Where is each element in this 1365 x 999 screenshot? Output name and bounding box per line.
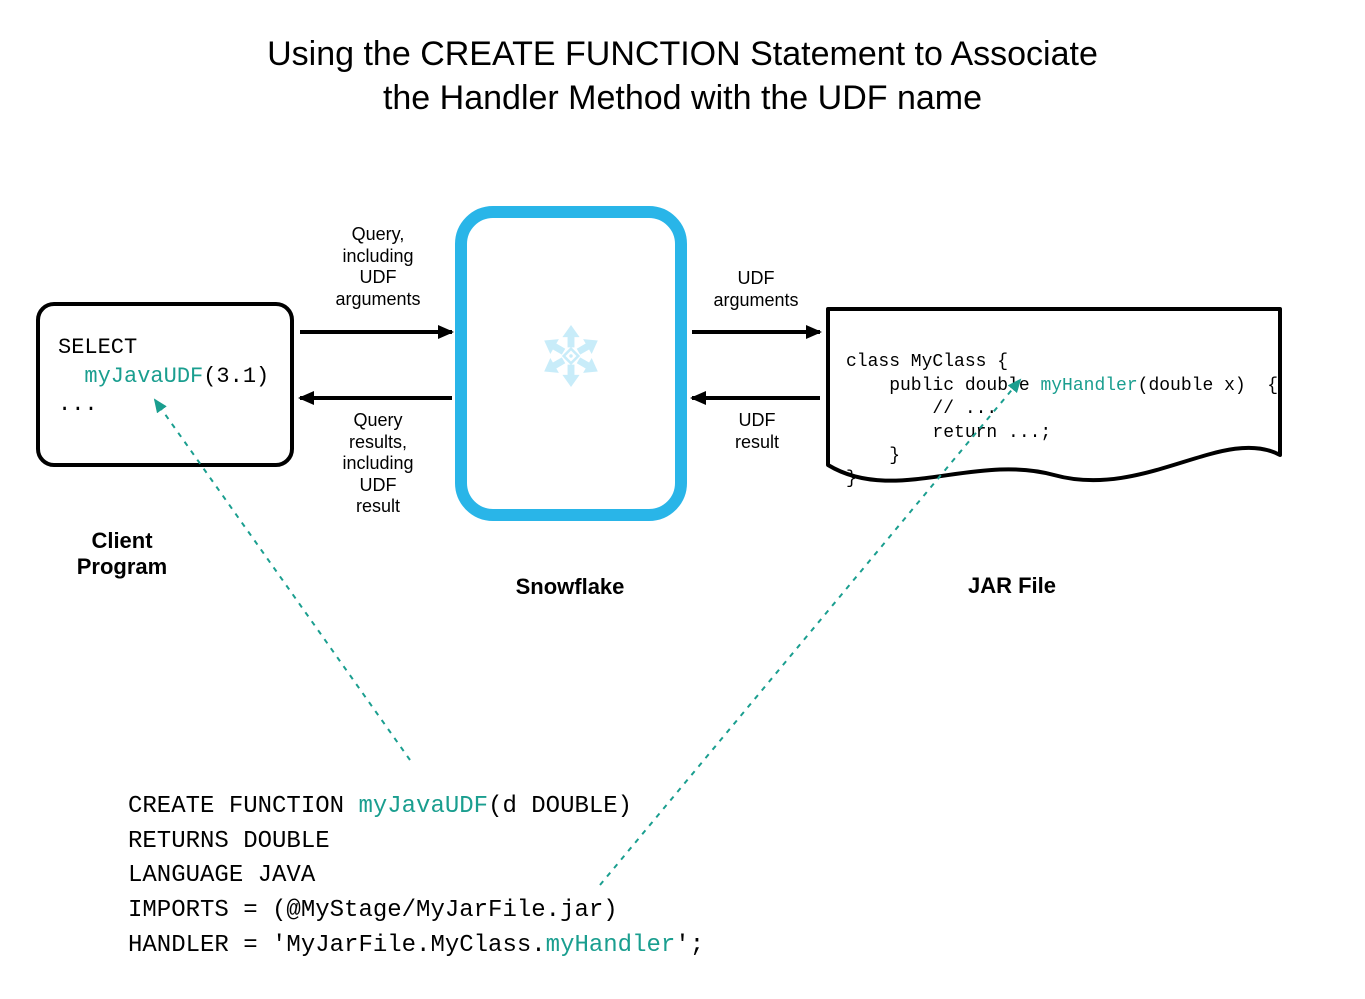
jar-handler-name: myHandler xyxy=(1040,376,1137,396)
client-code-line-2: myJavaUDF(3.1) xyxy=(58,363,272,392)
label-sf-to-client: Query results, including UDF result xyxy=(328,410,428,518)
jar-code-l2b: (double x) { xyxy=(1138,376,1278,396)
cf-l3: LANGUAGE JAVA xyxy=(128,862,315,889)
jar-code-l6: } xyxy=(846,469,857,489)
diagram-title: Using the CREATE FUNCTION Statement to A… xyxy=(0,32,1365,120)
jar-code-l2a: public double xyxy=(846,376,1040,396)
snowflake-icon xyxy=(528,313,614,399)
jar-code-l1: class MyClass { xyxy=(846,352,1008,372)
create-function-block: CREATE FUNCTION myJavaUDF(d DOUBLE) RETU… xyxy=(128,755,704,999)
client-udf-name: myJavaUDF xyxy=(84,364,203,389)
jar-code-l3: // ... xyxy=(846,399,997,419)
cf-l1b: (d DOUBLE) xyxy=(488,793,632,820)
cf-fn-name: myJavaUDF xyxy=(358,793,488,820)
jar-code-l4: return ...; xyxy=(846,423,1051,443)
client-program-box: SELECT myJavaUDF(3.1) ... xyxy=(36,302,294,467)
jar-code-l5: } xyxy=(846,446,900,466)
cf-handler: myHandler xyxy=(546,932,676,959)
cf-l1a: CREATE FUNCTION xyxy=(128,793,358,820)
client-code-line-3: ... xyxy=(58,391,272,420)
label-sf-to-jar: UDF arguments xyxy=(706,268,806,311)
cf-l5b: '; xyxy=(675,932,704,959)
jar-code-block: class MyClass { public double myHandler(… xyxy=(846,328,1278,515)
label-jar-to-sf: UDF result xyxy=(712,410,802,453)
jar-caption: JAR File xyxy=(942,573,1082,599)
cf-l5a: HANDLER = 'MyJarFile.MyClass. xyxy=(128,932,546,959)
client-code-line-1: SELECT xyxy=(58,334,272,363)
snowflake-box xyxy=(455,206,687,521)
diagram-canvas: Using the CREATE FUNCTION Statement to A… xyxy=(0,0,1365,985)
cf-l2: RETURNS DOUBLE xyxy=(128,828,330,855)
cf-l4: IMPORTS = (@MyStage/MyJarFile.jar) xyxy=(128,897,618,924)
title-line-1: Using the CREATE FUNCTION Statement to A… xyxy=(267,35,1098,73)
client-caption: Client Program xyxy=(62,528,182,580)
label-client-to-sf: Query, including UDF arguments xyxy=(328,224,428,310)
title-line-2: the Handler Method with the UDF name xyxy=(383,79,982,117)
client-udf-call-suffix: (3.1) xyxy=(203,364,269,389)
snowflake-caption: Snowflake xyxy=(470,574,670,600)
